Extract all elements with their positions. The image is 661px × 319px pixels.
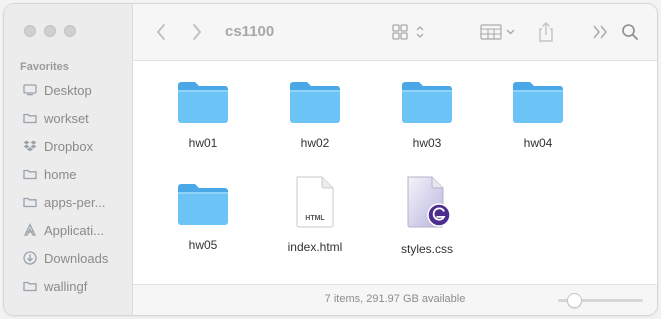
file-item-hw03[interactable]: hw03: [377, 79, 477, 150]
folder-icon: [22, 194, 38, 210]
finder-window: Favorites Desktop workset Dropbox home a…: [4, 4, 657, 315]
home-icon: [22, 166, 38, 182]
file-item-index-html[interactable]: HTML index.html: [265, 175, 365, 254]
status-bar: 7 items, 291.97 GB available: [133, 284, 657, 315]
folder-icon: [178, 184, 228, 225]
downloads-icon: [22, 250, 38, 266]
sidebar-item-desktop[interactable]: Desktop: [4, 76, 132, 104]
sidebar-item-apps-per[interactable]: apps-per...: [4, 188, 132, 216]
sidebar-item-dropbox[interactable]: Dropbox: [4, 132, 132, 160]
sidebar-item-label: wallingf: [44, 278, 88, 294]
person-icon: [22, 278, 38, 294]
file-item-hw01[interactable]: hw01: [153, 79, 253, 150]
sidebar-item-wallingf[interactable]: wallingf: [4, 272, 132, 300]
favorites-list: Desktop workset Dropbox home apps-per...…: [4, 76, 132, 300]
search-button[interactable]: [621, 4, 639, 60]
window-title: cs1100: [225, 23, 275, 40]
sidebar-item-downloads[interactable]: Downloads: [4, 244, 132, 272]
file-name: hw01: [188, 136, 218, 150]
sidebar-item-label: workset: [44, 110, 89, 126]
share-icon: [539, 22, 553, 42]
folder-icon: [402, 82, 452, 123]
folder-icon: [22, 110, 38, 126]
slider-knob[interactable]: [567, 293, 583, 308]
double-chevron-right-icon: [593, 25, 607, 39]
file-item-hw04[interactable]: hw04: [488, 79, 588, 150]
html-document-icon: HTML: [296, 176, 334, 228]
applications-icon: [22, 222, 38, 238]
sidebar-item-applications[interactable]: Applicati...: [4, 216, 132, 244]
file-grid: hw01 hw02 hw03 hw04 hw05 HTML index.html…: [133, 61, 657, 285]
sidebar-item-home[interactable]: home: [4, 160, 132, 188]
sidebar-item-label: Downloads: [44, 250, 109, 266]
file-name: index.html: [287, 240, 343, 254]
sidebar: Favorites Desktop workset Dropbox home a…: [4, 4, 133, 315]
icon-size-slider[interactable]: [558, 293, 643, 308]
zoom-window-button[interactable]: [64, 25, 76, 37]
sidebar-item-label: apps-per...: [44, 194, 106, 210]
share-button[interactable]: [537, 4, 555, 60]
sidebar-item-label: Applicati...: [44, 222, 104, 238]
css-document-icon: [407, 176, 451, 228]
file-item-styles-css[interactable]: styles.css: [377, 175, 477, 256]
group-by-button[interactable]: [479, 4, 519, 60]
search-icon: [622, 24, 638, 40]
dropbox-icon: [22, 138, 38, 154]
sidebar-item-label: home: [44, 166, 77, 182]
window-controls: [24, 25, 76, 37]
forward-button[interactable]: [191, 4, 203, 60]
sidebar-item-label: Dropbox: [44, 138, 94, 154]
folder-icon: [513, 82, 563, 123]
folder-icon: [290, 82, 340, 123]
toolbar: cs1100: [133, 4, 657, 61]
more-toolbar-button[interactable]: [591, 4, 609, 60]
file-name: hw02: [300, 136, 330, 150]
file-name: styles.css: [400, 242, 453, 256]
group-by-icon: [480, 24, 515, 40]
favorites-heading: Favorites: [20, 61, 69, 73]
file-name: hw05: [188, 238, 218, 252]
view-options-button[interactable]: [391, 4, 429, 60]
chevron-right-icon: [193, 24, 202, 40]
html-badge: HTML: [305, 215, 325, 222]
folder-icon: [178, 82, 228, 123]
minimize-window-button[interactable]: [44, 25, 56, 37]
back-button[interactable]: [155, 4, 167, 60]
file-name: hw03: [412, 136, 442, 150]
sidebar-item-label: Desktop: [44, 82, 92, 98]
sidebar-item-workset[interactable]: workset: [4, 104, 132, 132]
icon-grid-view-icon: [392, 24, 424, 40]
close-window-button[interactable]: [24, 25, 36, 37]
file-item-hw02[interactable]: hw02: [265, 79, 365, 150]
file-name: hw04: [523, 136, 553, 150]
chevron-left-icon: [156, 24, 165, 40]
desktop-icon: [22, 82, 38, 98]
file-item-hw05[interactable]: hw05: [153, 181, 253, 252]
